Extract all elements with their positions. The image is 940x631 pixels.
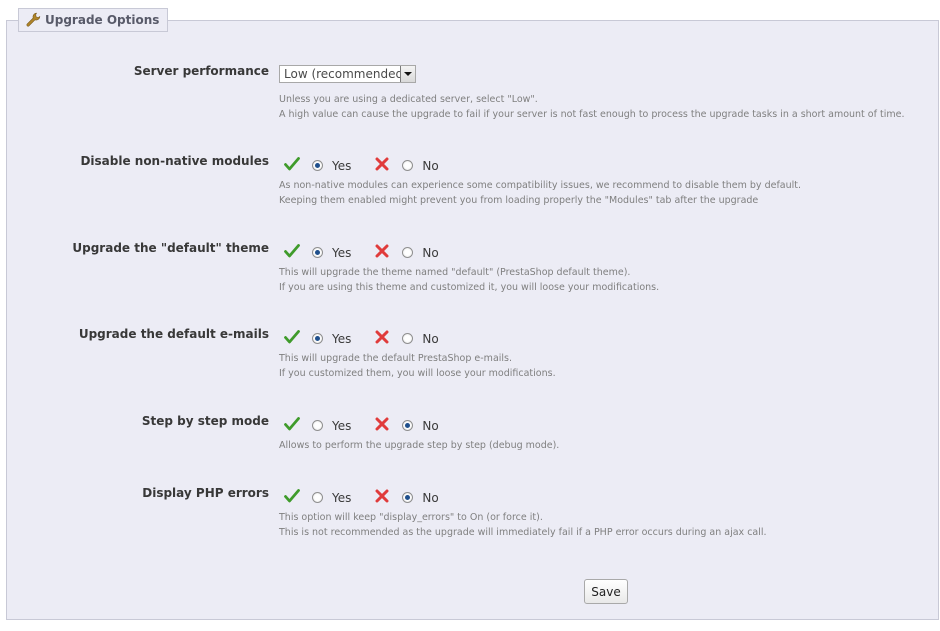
section-legend: Upgrade Options — [18, 8, 169, 32]
yes-label[interactable]: Yes — [332, 159, 351, 173]
check-icon — [284, 416, 300, 435]
yes-radio[interactable] — [312, 492, 323, 503]
server-performance-value: Low (recommended) — [284, 67, 408, 81]
yes-radio[interactable] — [312, 333, 323, 344]
check-icon — [284, 156, 300, 175]
option-control: Yes No — [284, 416, 439, 435]
desc-line-1: Allows to perform the upgrade step by st… — [279, 440, 560, 451]
option-desc: This will upgrade the theme named "defau… — [279, 265, 659, 295]
desc-line-1: This will upgrade the theme named "defau… — [279, 267, 631, 278]
desc-line-2: If you are using this theme and customiz… — [279, 282, 660, 293]
desc-line-2: If you customized them, you will loose y… — [279, 368, 556, 379]
server-performance-desc: Unless you are using a dedicated server,… — [279, 92, 904, 122]
no-label[interactable]: No — [422, 491, 438, 505]
yes-label[interactable]: Yes — [332, 246, 351, 260]
yes-label[interactable]: Yes — [332, 332, 351, 346]
chevron-down-icon[interactable] — [400, 66, 415, 82]
check-icon — [284, 488, 300, 507]
yes-radio[interactable] — [312, 160, 323, 171]
option-label: Disable non-native modules — [80, 154, 269, 168]
no-label[interactable]: No — [422, 159, 438, 173]
check-icon — [284, 329, 300, 348]
no-radio[interactable] — [402, 247, 414, 258]
option-desc: This option will keep "display_errors" t… — [279, 510, 767, 540]
desc-line-2: Keeping them enabled might prevent you f… — [279, 195, 759, 206]
section-title: Upgrade Options — [45, 13, 160, 27]
desc-line-1: This option will keep "display_errors" t… — [279, 512, 543, 523]
desc-line-2: This is not recommended as the upgrade w… — [279, 527, 767, 538]
yes-label[interactable]: Yes — [332, 491, 351, 505]
no-label[interactable]: No — [422, 332, 438, 346]
wrench-icon — [25, 12, 41, 28]
option-control: Yes No — [284, 329, 439, 348]
desc-line-2: A high value can cause the upgrade to fa… — [279, 109, 905, 120]
desc-line-1: As non-native modules can experience som… — [279, 180, 802, 191]
yes-radio[interactable] — [312, 420, 323, 431]
cross-icon — [375, 156, 389, 175]
cross-icon — [375, 243, 389, 262]
server-performance-label: Server performance — [133, 64, 269, 78]
no-radio[interactable] — [402, 333, 414, 344]
option-label: Upgrade the default e-mails — [78, 327, 269, 341]
no-radio[interactable] — [402, 160, 414, 171]
option-control: Yes No — [284, 243, 439, 262]
option-desc: This will upgrade the default PrestaShop… — [279, 351, 556, 381]
server-performance-select[interactable]: Low (recommended) — [279, 65, 416, 83]
cross-icon — [375, 329, 389, 348]
option-control: Yes No — [284, 488, 439, 507]
no-radio[interactable] — [402, 492, 414, 503]
no-label[interactable]: No — [422, 419, 438, 433]
yes-label[interactable]: Yes — [332, 419, 351, 433]
cross-icon — [375, 488, 389, 507]
option-label: Display PHP errors — [142, 486, 269, 500]
desc-line-1: Unless you are using a dedicated server,… — [279, 94, 538, 105]
option-desc: Allows to perform the upgrade step by st… — [279, 438, 559, 453]
desc-line-1: This will upgrade the default PrestaShop… — [279, 353, 513, 364]
cross-icon — [375, 416, 389, 435]
option-control: Yes No — [284, 156, 439, 175]
yes-radio[interactable] — [312, 247, 323, 258]
no-label[interactable]: No — [422, 246, 438, 260]
save-button[interactable]: Save — [584, 579, 628, 604]
option-label: Upgrade the "default" theme — [72, 241, 269, 255]
option-label: Step by step mode — [141, 414, 269, 428]
check-icon — [284, 243, 300, 262]
no-radio[interactable] — [402, 420, 414, 431]
option-desc: As non-native modules can experience som… — [279, 178, 801, 208]
